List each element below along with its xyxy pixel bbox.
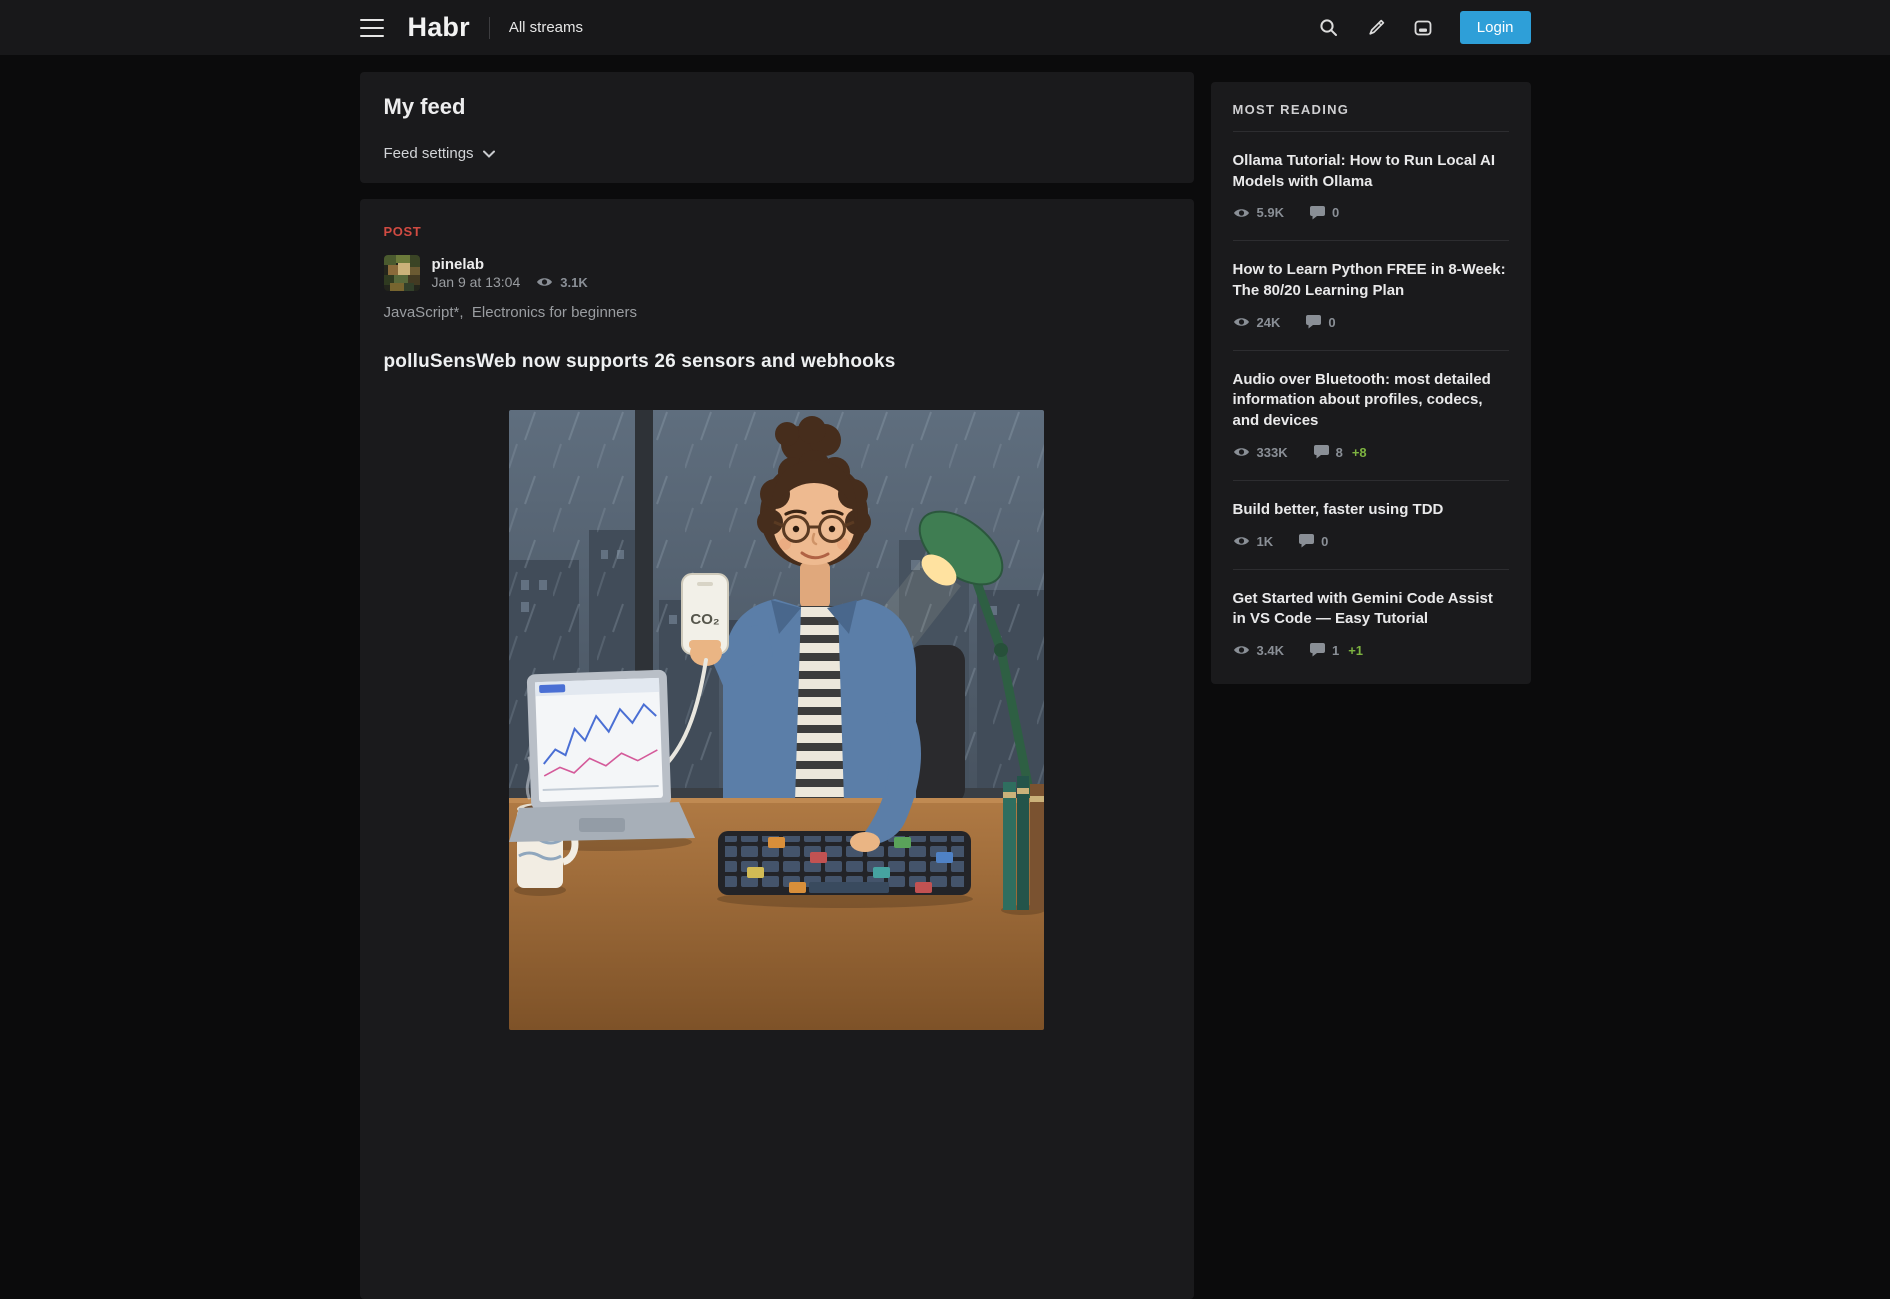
views-count: 333K: [1257, 445, 1288, 460]
comments-count: 0: [1332, 205, 1339, 220]
sidebar-article-link[interactable]: Audio over Bluetooth: most detailed info…: [1233, 370, 1509, 432]
services-icon[interactable]: [1413, 18, 1433, 38]
sidebar-article-link[interactable]: Ollama Tutorial: How to Run Local AI Mod…: [1233, 151, 1509, 192]
write-icon[interactable]: [1366, 18, 1386, 38]
post-type-label: POST: [384, 224, 1170, 239]
post-card: POST: [360, 199, 1194, 1299]
sidebar-article-link[interactable]: Get Started with Gemini Code Assist in V…: [1233, 589, 1509, 630]
comments-stat[interactable]: 1 +1: [1310, 643, 1363, 658]
page-title: My feed: [384, 94, 1170, 120]
login-button[interactable]: Login: [1460, 11, 1531, 44]
comments-count: 0: [1328, 315, 1335, 330]
comments-stat[interactable]: 0: [1299, 534, 1337, 549]
views-count: 3.4K: [1257, 643, 1284, 658]
comment-icon: [1314, 445, 1329, 459]
list-item: Build better, faster using TDD 1K 0: [1233, 481, 1509, 570]
article-stats: 24K 0: [1233, 315, 1509, 330]
sidebar: MOST READING Ollama Tutorial: How to Run…: [1211, 82, 1531, 684]
author-link[interactable]: pinelab: [432, 256, 588, 273]
list-item: Get Started with Gemini Code Assist in V…: [1233, 570, 1509, 678]
page-content: My feed Feed settings POST: [360, 55, 1531, 1299]
eye-icon: [536, 276, 553, 288]
views-count: 24K: [1257, 315, 1281, 330]
feed-settings-toggle[interactable]: Feed settings: [384, 145, 1170, 162]
new-comments-count: +1: [1348, 643, 1363, 658]
sidebar-article-link[interactable]: Build better, faster using TDD: [1233, 500, 1509, 521]
article-stats: 5.9K 0: [1233, 205, 1509, 220]
comments-count: 1: [1332, 643, 1339, 658]
views-count: 1K: [1257, 534, 1274, 549]
comments-count: 0: [1321, 534, 1328, 549]
hamburger-menu-icon[interactable]: [360, 19, 384, 37]
views-stat: 333K: [1233, 445, 1288, 460]
co2-device-label: CO₂: [690, 611, 719, 628]
post-author-row: pinelab Jan 9 at 13:04 3.1K: [384, 255, 1170, 291]
search-icon[interactable]: [1319, 18, 1339, 38]
views-stat: 3.4K: [1233, 643, 1284, 658]
most-reading-card: MOST READING Ollama Tutorial: How to Run…: [1211, 82, 1531, 684]
sidebar-article-link[interactable]: How to Learn Python FREE in 8-Week: The …: [1233, 260, 1509, 301]
header-actions: Login: [1319, 11, 1531, 44]
main-column: My feed Feed settings POST: [360, 72, 1194, 1299]
top-bar: Habr All streams: [0, 0, 1890, 55]
list-item: How to Learn Python FREE in 8-Week: The …: [1233, 241, 1509, 350]
avatar-pixel-art: [384, 255, 420, 291]
hub-link[interactable]: Electronics for beginners: [472, 304, 637, 321]
views-stat: 1K: [1233, 534, 1274, 549]
chevron-down-icon: [483, 150, 495, 158]
new-comments-count: +8: [1352, 445, 1367, 460]
post-cover-image[interactable]: CO₂: [509, 410, 1044, 1030]
eye-icon: [1233, 446, 1250, 458]
comment-icon: [1310, 643, 1325, 657]
most-reading-title: MOST READING: [1233, 102, 1509, 132]
eye-icon: [1233, 644, 1250, 656]
article-stats: 3.4K 1 +1: [1233, 643, 1509, 658]
comment-icon: [1299, 534, 1314, 548]
habr-logo[interactable]: Habr: [408, 12, 470, 43]
comments-stat[interactable]: 0: [1310, 205, 1348, 220]
hub-link[interactable]: JavaScript*: [384, 304, 472, 321]
avatar[interactable]: [384, 255, 420, 291]
comments-count: 8: [1336, 445, 1343, 460]
post-title-link[interactable]: polluSensWeb now supports 26 sensors and…: [384, 351, 1170, 373]
header-divider: [489, 17, 490, 39]
my-feed-card: My feed Feed settings: [360, 72, 1194, 183]
author-meta: pinelab Jan 9 at 13:04 3.1K: [432, 255, 588, 291]
comment-icon: [1310, 206, 1325, 220]
article-stats: 333K 8 +8: [1233, 445, 1509, 460]
post-views-count: 3.1K: [560, 275, 587, 290]
comments-stat[interactable]: 0: [1306, 315, 1344, 330]
comment-icon: [1306, 315, 1321, 329]
eye-icon: [1233, 207, 1250, 219]
stream-selector[interactable]: All streams: [509, 19, 583, 36]
illustration-woman-co2-sensor: CO₂: [509, 410, 1044, 1030]
post-timestamp[interactable]: Jan 9 at 13:04: [432, 274, 521, 290]
article-stats: 1K 0: [1233, 534, 1509, 549]
list-item: Ollama Tutorial: How to Run Local AI Mod…: [1233, 132, 1509, 241]
comments-stat[interactable]: 8 +8: [1314, 445, 1367, 460]
post-views: 3.1K: [536, 275, 587, 290]
views-stat: 5.9K: [1233, 205, 1284, 220]
post-hubs: JavaScript*Electronics for beginners: [384, 304, 1170, 321]
list-item: Audio over Bluetooth: most detailed info…: [1233, 351, 1509, 481]
post-meta-line: Jan 9 at 13:04 3.1K: [432, 274, 588, 290]
eye-icon: [1233, 316, 1250, 328]
top-bar-inner: Habr All streams: [360, 0, 1531, 55]
views-stat: 24K: [1233, 315, 1281, 330]
eye-icon: [1233, 535, 1250, 547]
feed-settings-label: Feed settings: [384, 145, 474, 162]
views-count: 5.9K: [1257, 205, 1284, 220]
